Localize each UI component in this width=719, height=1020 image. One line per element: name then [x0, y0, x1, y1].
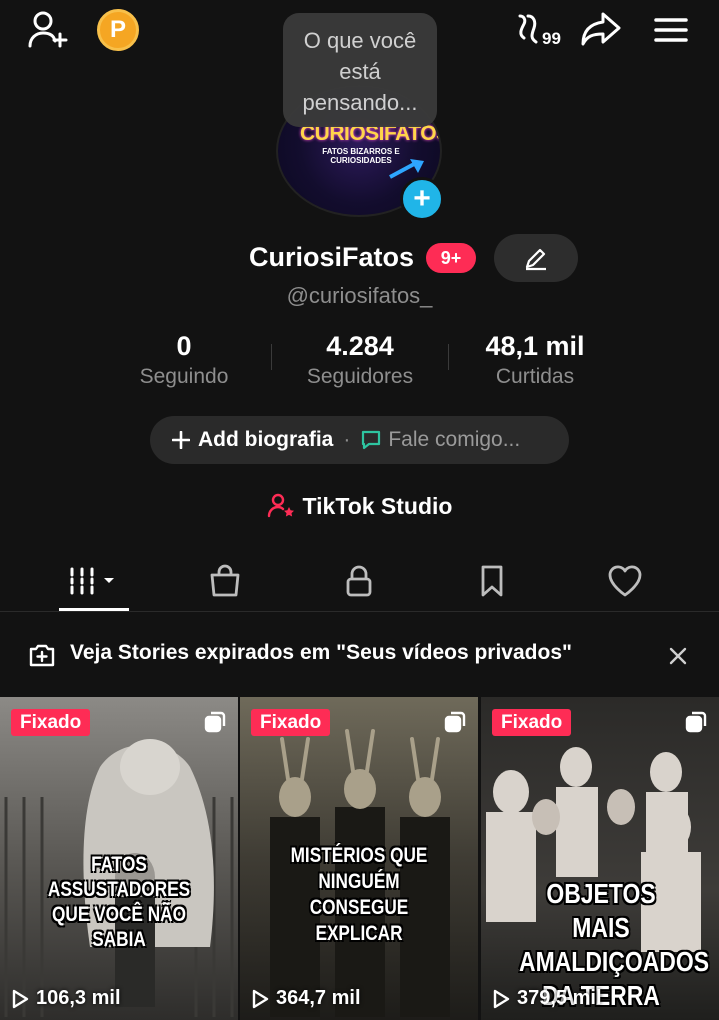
view-count: 379,5 mil — [491, 987, 602, 1010]
notification-badge[interactable]: 9+ — [426, 243, 476, 273]
play-icon — [252, 989, 269, 1008]
stat-divider — [271, 344, 272, 370]
coin-label: P — [109, 16, 126, 43]
studio-label: TikTok Studio — [302, 492, 453, 519]
activity-icon[interactable]: 99 — [511, 8, 571, 52]
camera-plus-icon — [29, 644, 55, 667]
stories-banner-text: Veja Stories expirados em "Seus vídeos p… — [70, 641, 572, 664]
svg-text:99: 99 — [542, 29, 561, 48]
lock-icon — [346, 565, 372, 597]
share-icon[interactable] — [579, 8, 623, 52]
profile-stats: 0 Seguindo 4.284 Seguidores 48,1 mil Cur… — [0, 330, 719, 392]
stat-following[interactable]: 0 Seguindo — [129, 330, 239, 392]
tab-private[interactable] — [324, 552, 394, 610]
close-icon[interactable] — [668, 646, 688, 666]
chat-button[interactable]: Fale comigo... — [388, 428, 520, 452]
view-count: 106,3 mil — [10, 987, 121, 1010]
play-icon — [493, 989, 510, 1008]
video-caption: MISTÉRIOS QUE NINGUÉM CONSEGUE EXPLICAR — [290, 844, 428, 945]
stat-divider — [448, 344, 449, 370]
multi-photo-icon — [685, 711, 707, 733]
tiktok-studio-link[interactable]: TikTok Studio — [0, 490, 719, 522]
view-count-value: 379,5 mil — [517, 987, 602, 1009]
pinned-badge: Fixado — [251, 709, 331, 736]
add-user-icon[interactable] — [26, 8, 70, 52]
view-count-value: 106,3 mil — [36, 987, 121, 1009]
tab-saved[interactable] — [457, 552, 527, 610]
tab-shop[interactable] — [190, 552, 260, 610]
videos-grid-icon — [70, 567, 114, 595]
stat-value: 4.284 — [326, 331, 394, 361]
profile-handle: @curiosifatos_ — [286, 283, 433, 308]
tab-liked[interactable] — [590, 552, 660, 610]
edit-profile-button[interactable] — [494, 234, 578, 282]
profile-name-row: CuriosiFatos 9+ — [0, 232, 719, 284]
heart-icon — [608, 565, 642, 597]
pinned-badge: Fixado — [492, 709, 572, 736]
multi-photo-icon — [444, 711, 466, 733]
bookmark-icon — [481, 565, 503, 597]
plus-icon — [172, 431, 190, 449]
bio-separator: · — [343, 428, 351, 451]
profile-name: CuriosiFatos — [249, 242, 415, 272]
stat-label: Curtidas — [495, 365, 575, 388]
stat-value: 0 — [176, 331, 192, 361]
tab-videos[interactable] — [59, 552, 129, 610]
add-story-button[interactable]: + — [400, 177, 444, 221]
video-grid: Fixado FATOS ASSUSTADORES QUE VOCÊ NÃO S… — [0, 697, 719, 1020]
view-count-value: 364,7 mil — [276, 987, 361, 1009]
video-thumbnail[interactable]: Fixado OBJETOS MAIS AMALDIÇOADOS DA TERR… — [481, 697, 719, 1020]
add-bio-button[interactable]: Add biografia — [198, 428, 333, 452]
video-thumbnail[interactable]: Fixado FATOS ASSUSTADORES QUE VOCÊ NÃO S… — [0, 697, 238, 1020]
stat-label: Seguidores — [306, 365, 414, 388]
stat-label: Seguindo — [139, 365, 229, 388]
play-icon — [12, 989, 29, 1008]
profile-tabs — [0, 552, 719, 612]
active-tab-indicator — [59, 608, 129, 611]
stat-followers[interactable]: 4.284 Seguidores — [290, 330, 430, 392]
multi-photo-icon — [204, 711, 226, 733]
video-thumbnail[interactable]: Fixado MISTÉRIOS QUE NINGUÉM CONSEGUE EX… — [240, 697, 478, 1020]
pinned-badge: Fixado — [11, 709, 91, 736]
pencil-icon — [525, 248, 546, 271]
stat-likes[interactable]: 48,1 mil Curtidas — [465, 330, 605, 392]
bio-pill: Add biografia · Fale comigo... — [150, 416, 569, 464]
status-tooltip[interactable]: O que você está pensando... — [283, 13, 437, 127]
shopping-bag-icon — [210, 564, 240, 597]
stories-banner[interactable]: Veja Stories expirados em "Seus vídeos p… — [0, 628, 719, 682]
coin-icon[interactable]: P — [97, 9, 139, 51]
studio-icon — [267, 493, 294, 518]
video-caption: FATOS ASSUSTADORES QUE VOCÊ NÃO SABIA — [47, 853, 191, 951]
view-count: 364,7 mil — [250, 987, 361, 1010]
hamburger-menu-icon[interactable] — [649, 8, 693, 52]
chat-bubble-icon — [362, 430, 381, 450]
stat-value: 48,1 mil — [485, 331, 585, 361]
